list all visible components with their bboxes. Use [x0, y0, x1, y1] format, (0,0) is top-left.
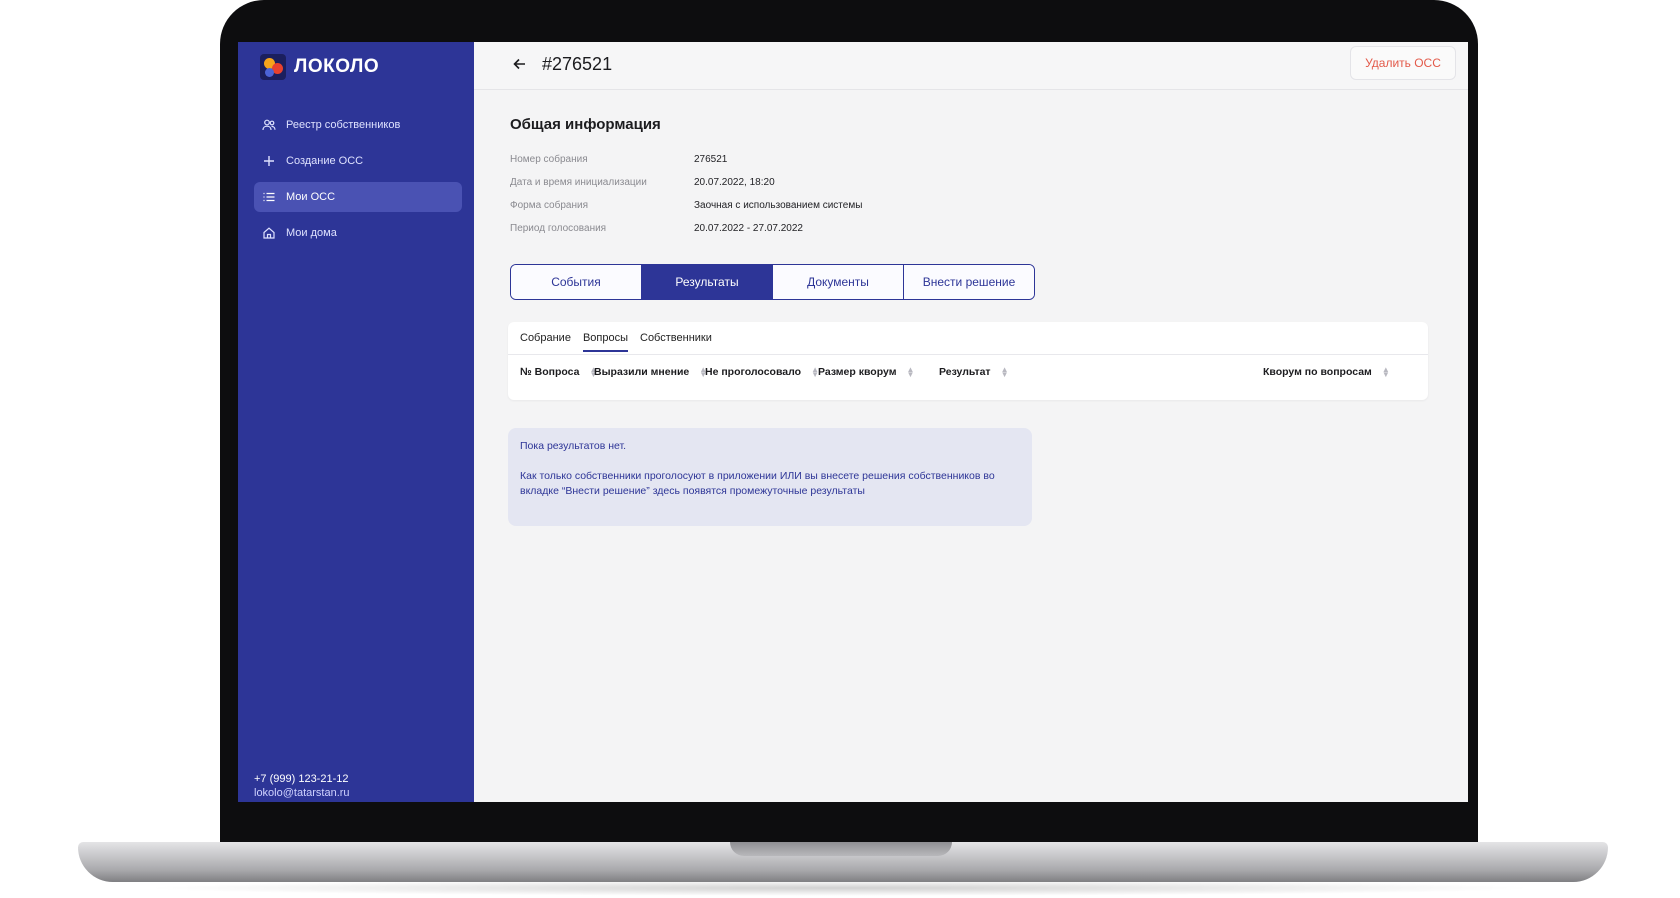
contact-email[interactable]: lokolo@tatarstan.ru	[254, 786, 350, 800]
notice-title: Пока результатов нет.	[520, 440, 627, 452]
main-content: #276521 Удалить ОСС Общая информация Ном…	[474, 42, 1468, 802]
sidebar: ЛОКОЛО Реестр собственников Создание ОСС	[238, 42, 474, 802]
back-button[interactable]	[510, 54, 530, 74]
logo[interactable]: ЛОКОЛО	[260, 54, 379, 80]
info-label: Дата и время инициализации	[510, 177, 647, 188]
info-value: 20.07.2022, 18:20	[694, 177, 775, 188]
info-row: Форма собрания Заочная с использованием …	[510, 194, 862, 217]
sidebar-item-create-oss[interactable]: Создание ОСС	[254, 146, 462, 176]
segmented-tabs: События Результаты Документы Внести реше…	[510, 264, 1035, 300]
sidebar-item-my-oss[interactable]: Мои ОСС	[254, 182, 462, 212]
info-value: 276521	[694, 154, 728, 165]
users-icon	[262, 118, 276, 132]
arrow-left-icon	[510, 58, 530, 78]
sidebar-item-owners-registry[interactable]: Реестр собственников	[254, 110, 462, 140]
tab-events[interactable]: События	[511, 265, 642, 299]
sidebar-item-label: Создание ОСС	[286, 155, 364, 167]
sidebar-item-label: Реестр собственников	[286, 119, 401, 131]
sidebar-nav: Реестр собственников Создание ОСС Мои ОС…	[254, 110, 462, 254]
info-value: 20.07.2022 - 27.07.2022	[694, 223, 803, 234]
info-label: Номер собрания	[510, 154, 588, 165]
info-list: Номер собрания 276521 Дата и время иници…	[510, 148, 862, 240]
subtab-owners[interactable]: Собственники	[640, 332, 712, 352]
sort-icon: ▲ ▼	[1000, 365, 1009, 379]
tab-documents[interactable]: Документы	[773, 265, 904, 299]
sort-icon: ▲ ▼	[906, 365, 915, 379]
tab-submit-decision[interactable]: Внести решение	[904, 265, 1034, 299]
column-header-result[interactable]: Результат ▲ ▼	[939, 365, 1009, 379]
subtab-questions[interactable]: Вопросы	[582, 332, 628, 352]
delete-oss-button[interactable]: Удалить ОСС	[1350, 46, 1456, 80]
tab-results[interactable]: Результаты	[642, 265, 773, 299]
contact-phone[interactable]: +7 (999) 123-21-12	[254, 772, 350, 786]
sort-icon: ▲ ▼	[1381, 365, 1390, 379]
logo-text: ЛОКОЛО	[294, 56, 380, 77]
column-header-not-voted[interactable]: Не проголосовало ▲ ▼	[705, 366, 819, 379]
info-row: Дата и время инициализации 20.07.2022, 1…	[510, 171, 862, 194]
info-value: Заочная с использованием системы	[694, 200, 863, 211]
sidebar-footer: +7 (999) 123-21-12 lokolo@tatarstan.ru	[254, 772, 350, 800]
results-card: Собрание Вопросы Собственники № Вопроса …	[508, 322, 1428, 400]
info-label: Период голосования	[510, 223, 607, 234]
plus-icon	[262, 154, 276, 168]
column-header-quorum-size[interactable]: Размер кворум ▲ ▼	[818, 365, 915, 379]
sidebar-item-label: Мои ОСС	[286, 191, 336, 203]
info-row: Номер собрания 276521	[510, 148, 862, 171]
sidebar-item-label: Мои дома	[286, 227, 337, 239]
column-header-expressed-opinion[interactable]: Выразили мнение ▲ ▼	[594, 366, 707, 379]
subtabs: Собрание Вопросы Собственники	[520, 332, 724, 352]
home-icon	[262, 226, 276, 240]
topbar: #276521 Удалить ОСС	[474, 42, 1468, 90]
list-icon	[262, 190, 276, 204]
subtab-meeting[interactable]: Собрание	[520, 332, 571, 352]
column-header-question-number[interactable]: № Вопроса ▲ ▼	[520, 366, 597, 379]
laptop-shadow	[140, 880, 1540, 896]
screen: ЛОКОЛО Реестр собственников Создание ОСС	[238, 42, 1468, 802]
notice-text: Как только собственники проголосуют в пр…	[520, 470, 995, 497]
laptop-notch	[730, 842, 952, 856]
logo-icon	[260, 54, 286, 80]
section-title: Общая информация	[510, 116, 661, 133]
empty-results-notice: Пока результатов нет. Как только собстве…	[508, 428, 1032, 526]
sidebar-item-my-houses[interactable]: Мои дома	[254, 218, 462, 248]
page-title: #276521	[542, 54, 613, 74]
info-label: Форма собрания	[510, 200, 588, 211]
table-header: № Вопроса ▲ ▼ Выразили мнение ▲ ▼ Не прого…	[520, 366, 1420, 386]
column-header-quorum-by-questions[interactable]: Кворум по вопросам ▲ ▼	[1263, 365, 1390, 379]
info-row: Период голосования 20.07.2022 - 27.07.20…	[510, 217, 862, 240]
divider	[508, 354, 1428, 355]
